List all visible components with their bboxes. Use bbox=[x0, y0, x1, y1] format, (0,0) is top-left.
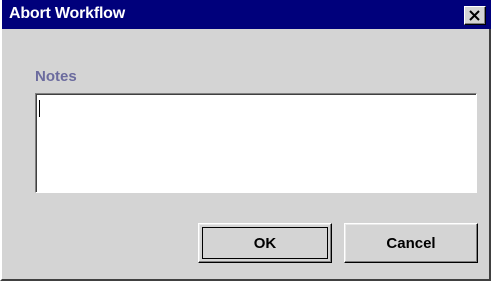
close-icon bbox=[469, 10, 480, 21]
title-bar[interactable]: Abort Workflow bbox=[2, 0, 491, 29]
abort-workflow-dialog: Abort Workflow Notes OK Cancel bbox=[0, 0, 491, 281]
text-caret bbox=[39, 100, 40, 117]
dialog-title: Abort Workflow bbox=[9, 5, 126, 22]
ok-button-label: OK bbox=[253, 234, 277, 252]
ok-button[interactable]: OK bbox=[198, 223, 332, 263]
close-button[interactable] bbox=[464, 6, 486, 25]
notes-label: Notes bbox=[35, 68, 77, 85]
cancel-button[interactable]: Cancel bbox=[344, 223, 478, 263]
cancel-button-label: Cancel bbox=[386, 234, 436, 252]
notes-textarea[interactable] bbox=[35, 93, 477, 193]
